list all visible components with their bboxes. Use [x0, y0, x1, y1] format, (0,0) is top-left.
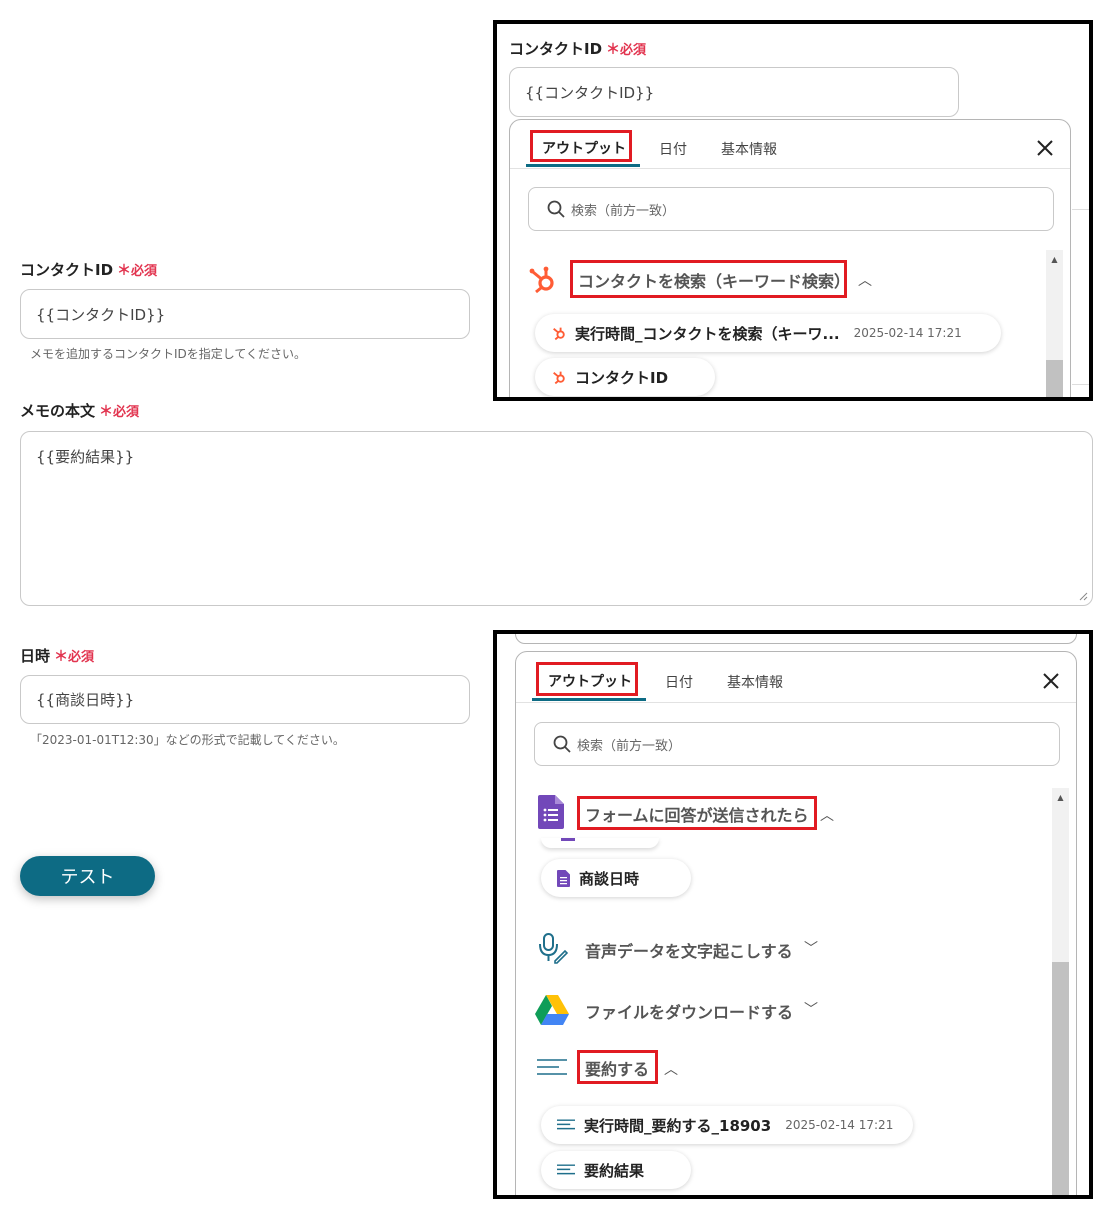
hubspot-icon: [529, 266, 554, 294]
chevron-down-icon[interactable]: ﹀: [804, 999, 818, 1019]
tab-divider: [516, 702, 1076, 703]
contact-id-input[interactable]: {{コンタクトID}}: [20, 289, 470, 339]
google-drive-icon: [535, 995, 569, 1025]
scrollbar[interactable]: ▲: [1046, 250, 1063, 397]
tab-output[interactable]: アウトプット: [542, 138, 626, 158]
required-badge: ＊必須: [54, 649, 95, 665]
summary-lines-icon: [557, 1164, 575, 1175]
microphone-icon: [539, 933, 568, 964]
required-badge: ＊必須: [117, 263, 158, 279]
scrollbar[interactable]: ▲: [1052, 788, 1069, 1195]
summary-lines-icon: [557, 1119, 575, 1130]
tab-output[interactable]: アウトプット: [548, 671, 632, 691]
tab-active-underline: [526, 164, 640, 167]
output-panel-top: コンタクトID ＊必須 {{コンタクトID}} アウトプット 日付 基本情報 検索…: [493, 20, 1093, 401]
datetime-hint: 「2023-01-01T12:30」などの形式で記載してください。: [30, 733, 345, 747]
group-form-submitted[interactable]: フォームに回答が送信されたら: [585, 802, 809, 826]
tab-basic-info[interactable]: 基本情報: [727, 672, 783, 692]
datetime-label: 日時 ＊必須: [20, 647, 95, 665]
search-icon: [547, 200, 565, 218]
group-transcribe-audio[interactable]: 音声データを文字起こしする: [585, 938, 793, 962]
panel-contact-id-label: コンタクトID ＊必須: [509, 40, 647, 58]
contact-id-label: コンタクトID ＊必須: [20, 261, 158, 279]
chevron-up-icon[interactable]: ︿: [858, 270, 872, 290]
test-button[interactable]: テスト: [20, 856, 155, 896]
output-item[interactable]: 要約結果: [541, 1151, 691, 1189]
hubspot-icon: [553, 371, 565, 385]
output-panel-bottom: アウトプット 日付 基本情報 検索（前方一致） フォームに回答が送信されたら ︿…: [493, 630, 1093, 1199]
background-divider: [1072, 384, 1089, 385]
scroll-up-icon[interactable]: ▲: [1052, 793, 1069, 802]
group-download-file[interactable]: ファイルをダウンロードする: [585, 999, 793, 1023]
group-summarize[interactable]: 要約する: [585, 1056, 649, 1080]
output-item[interactable]: 実行時間_要約する_18903 2025-02-14 17:21: [541, 1106, 913, 1144]
chevron-up-icon[interactable]: ︿: [820, 805, 834, 825]
summary-lines-icon: [537, 1059, 567, 1075]
scroll-up-icon[interactable]: ▲: [1046, 255, 1063, 264]
background-card-edge: [515, 634, 1077, 644]
required-badge: ＊必須: [99, 404, 140, 420]
variable-picker-popup: アウトプット 日付 基本情報 検索（前方一致） フォームに回答が送信されたら ︿…: [515, 651, 1077, 1195]
output-item[interactable]: 商談日時: [541, 859, 691, 897]
resize-handle-icon[interactable]: [1078, 591, 1088, 601]
hubspot-icon: [553, 327, 565, 341]
chevron-up-icon[interactable]: ︿: [664, 1059, 678, 1079]
tab-divider: [510, 168, 1070, 169]
memo-textarea[interactable]: {{要約結果}}: [20, 431, 1093, 606]
scrollbar-thumb[interactable]: [1046, 360, 1063, 397]
tab-date[interactable]: 日付: [659, 139, 687, 159]
contact-id-hint: メモを追加するコンタクトIDを指定してください。: [30, 347, 307, 361]
close-icon[interactable]: [1042, 672, 1060, 690]
search-icon: [553, 735, 571, 753]
tab-active-underline: [532, 698, 646, 701]
background-divider: [1072, 209, 1089, 210]
google-forms-icon: [557, 869, 570, 887]
scrollbar-thumb[interactable]: [1052, 962, 1069, 1195]
chevron-down-icon[interactable]: ﹀: [804, 938, 818, 958]
panel-contact-id-input[interactable]: {{コンタクトID}}: [509, 67, 959, 117]
google-forms-icon: [538, 795, 564, 829]
close-icon[interactable]: [1036, 139, 1054, 157]
output-item[interactable]: コンタクトID: [535, 358, 715, 396]
datetime-input[interactable]: {{商談日時}}: [20, 675, 470, 724]
required-badge: ＊必須: [606, 42, 647, 58]
variable-picker-popup: アウトプット 日付 基本情報 検索（前方一致） コンタクトを検索（キーワード検索…: [509, 119, 1071, 397]
memo-label: メモの本文 ＊必須: [20, 402, 140, 420]
output-item[interactable]: 実行時間_コンタクトを検索（キーワ... 2025-02-14 17:21: [535, 314, 1001, 352]
output-item-clipped[interactable]: [541, 838, 659, 848]
tab-date[interactable]: 日付: [665, 672, 693, 692]
group-contact-search[interactable]: コンタクトを検索（キーワード検索）: [578, 268, 850, 292]
search-input[interactable]: 検索（前方一致）: [528, 187, 1054, 231]
tab-basic-info[interactable]: 基本情報: [721, 139, 777, 159]
search-input[interactable]: 検索（前方一致）: [534, 722, 1060, 766]
